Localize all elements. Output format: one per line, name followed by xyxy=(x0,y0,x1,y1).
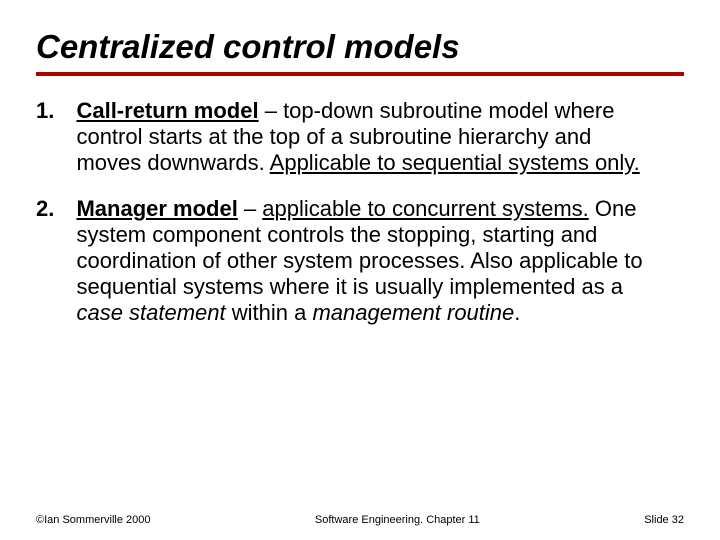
item-heading: Manager model xyxy=(76,196,237,221)
item-dash: – xyxy=(259,98,283,123)
title-rule xyxy=(36,72,684,76)
item-text: . xyxy=(514,300,520,325)
item-number: 1. xyxy=(36,98,72,124)
item-underline: Applicable to sequential systems only. xyxy=(270,150,640,175)
item-body: Call-return model – top-down subroutine … xyxy=(76,98,656,176)
item-heading: Call-return model xyxy=(76,98,258,123)
item-body: Manager model – applicable to concurrent… xyxy=(76,196,656,326)
footer-center: Software Engineering. Chapter 11 xyxy=(315,514,480,526)
item-dash: – xyxy=(238,196,262,221)
slide: Centralized control models 1. Call-retur… xyxy=(0,0,720,540)
list-item: 2. Manager model – applicable to concurr… xyxy=(36,196,684,326)
page-title: Centralized control models xyxy=(36,28,684,70)
item-number: 2. xyxy=(36,196,72,222)
item-emph: case statement xyxy=(76,300,225,325)
list-item: 1. Call-return model – top-down subrouti… xyxy=(36,98,684,176)
item-text: within a xyxy=(226,300,313,325)
footer: ©Ian Sommerville 2000 Software Engineeri… xyxy=(36,514,684,526)
item-emph: management routine xyxy=(312,300,514,325)
item-underline: applicable to concurrent systems. xyxy=(262,196,589,221)
footer-left: ©Ian Sommerville 2000 xyxy=(36,514,151,526)
footer-right: Slide 32 xyxy=(644,514,684,526)
content-list: 1. Call-return model – top-down subrouti… xyxy=(36,98,684,326)
